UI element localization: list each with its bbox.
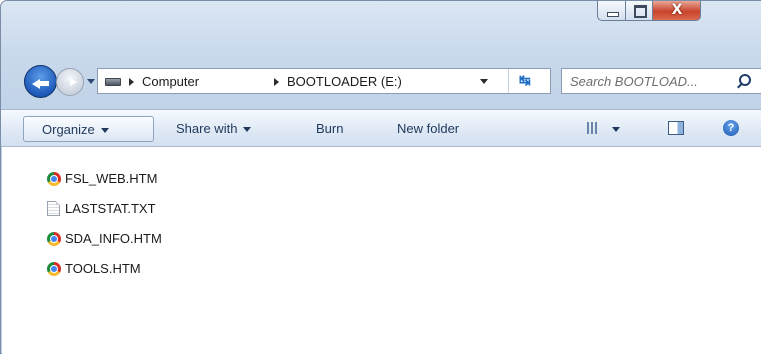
file-name: FSL_WEB.HTM xyxy=(65,171,158,186)
preview-pane-icon[interactable] xyxy=(668,121,684,135)
refresh-button[interactable]: ↹ xyxy=(508,69,542,93)
maximize-button[interactable] xyxy=(626,1,653,21)
burn-button[interactable]: Burn xyxy=(316,116,343,142)
recent-pages-dropdown-icon[interactable] xyxy=(87,79,95,84)
command-bar: Organize Share with Burn New folder ? xyxy=(1,109,761,147)
chrome-icon xyxy=(47,172,61,186)
address-bar[interactable]: Computer BOOTLOADER (E:) ↹ xyxy=(97,68,551,94)
explorer-window: X Computer BOOTLOADER (E:) ↹ Search BOOT… xyxy=(0,0,761,354)
share-with-label: Share with xyxy=(176,121,238,136)
file-name: LASTSTAT.TXT xyxy=(65,201,156,216)
maximize-icon xyxy=(634,5,647,18)
file-list: FSL_WEB.HTM LASTSTAT.TXT SDA_INFO.HTM TO… xyxy=(2,147,761,354)
help-icon[interactable]: ? xyxy=(723,120,739,136)
view-options-dropdown-icon[interactable] xyxy=(612,127,620,132)
breadcrumb-computer[interactable]: Computer xyxy=(142,74,199,89)
minimize-icon xyxy=(607,12,619,17)
chevron-down-icon xyxy=(100,128,109,133)
breadcrumb-separator-icon[interactable] xyxy=(129,78,134,86)
organize-button[interactable]: Organize xyxy=(23,116,154,142)
text-file-icon xyxy=(47,201,60,216)
change-view-icon[interactable] xyxy=(587,122,598,134)
chrome-icon xyxy=(47,232,61,246)
breadcrumb-bootloader[interactable]: BOOTLOADER (E:) xyxy=(287,74,402,89)
minimize-button[interactable] xyxy=(597,1,626,21)
back-button[interactable] xyxy=(24,65,57,98)
organize-label: Organize xyxy=(42,122,95,137)
file-name: SDA_INFO.HTM xyxy=(65,231,162,246)
chrome-icon xyxy=(47,262,61,276)
drive-icon xyxy=(105,78,121,86)
close-button[interactable]: X xyxy=(653,1,701,21)
close-icon: X xyxy=(671,2,683,18)
chevron-down-icon xyxy=(243,127,252,132)
file-name: TOOLS.HTM xyxy=(65,261,141,276)
new-folder-button[interactable]: New folder xyxy=(397,116,459,142)
address-dropdown-icon[interactable] xyxy=(480,79,488,84)
share-with-button[interactable]: Share with xyxy=(176,116,252,142)
search-icon[interactable] xyxy=(739,74,751,86)
refresh-icon: ↹ xyxy=(519,72,531,88)
breadcrumb-separator-icon[interactable] xyxy=(274,78,279,86)
search-box[interactable]: Search BOOTLOAD... xyxy=(561,68,761,94)
forward-button[interactable] xyxy=(56,68,84,96)
caption-buttons: X xyxy=(597,1,701,23)
search-placeholder: Search BOOTLOAD... xyxy=(570,74,698,89)
